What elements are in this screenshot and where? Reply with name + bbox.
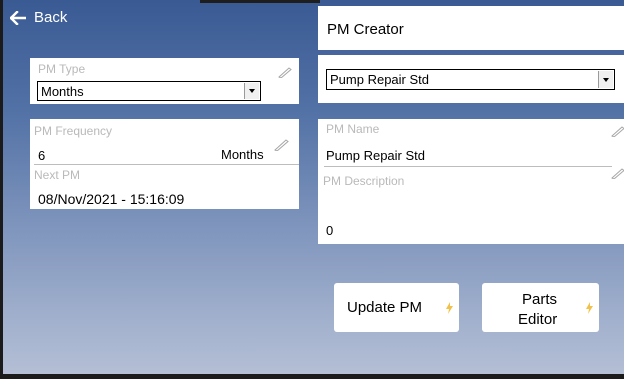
bolt-icon [446,301,453,314]
parts-editor-button[interactable]: Parts Editor [482,283,599,332]
pm-frequency-card: PM Frequency 6 Months Next PM 08/Nov/202… [30,119,299,209]
pm-frequency-value[interactable]: 6 [38,148,45,163]
parts-editor-label-line1: Parts [522,291,558,308]
pm-name-value[interactable]: Pump Repair Std [326,148,425,163]
pm-type-select[interactable]: Months [37,81,261,101]
template-selected: Pump Repair Std [330,72,429,87]
template-select-card: Pump Repair Std [318,55,624,103]
pm-name-label: PM Name [326,122,380,136]
arrow-left-icon [10,10,26,25]
pencil-icon[interactable] [274,137,290,151]
pm-frequency-label: PM Frequency [34,124,113,138]
pm-creator-header: PM Creator [318,6,624,50]
back-label: Back [34,9,68,26]
page-title: PM Creator [327,21,404,38]
divider [34,164,299,165]
update-pm-button[interactable]: Update PM [334,283,459,332]
chevron-down-icon[interactable] [244,83,259,99]
pm-details-card: PM Name Pump Repair Std PM Description 0 [318,119,624,244]
pm-description-label: PM Description [323,174,405,188]
pm-type-label: PM Type [38,62,86,76]
next-pm-label: Next PM [34,168,81,182]
pencil-icon[interactable] [611,167,624,179]
window-frame [0,0,3,379]
top-bar [200,0,320,3]
parts-editor-label-line2: Editor [518,311,558,328]
template-select[interactable]: Pump Repair Std [326,69,615,90]
window-frame [0,374,624,379]
pencil-icon[interactable] [278,66,292,78]
back-button[interactable]: Back [10,9,67,26]
pencil-icon[interactable] [611,125,624,137]
pm-type-selected: Months [41,84,84,99]
next-pm-value: 08/Nov/2021 - 15:16:09 [38,191,185,207]
pm-frequency-unit: Months [221,147,264,162]
update-pm-label: Update PM [347,299,423,316]
bolt-icon [586,301,593,314]
pm-type-card: PM Type Months [30,58,299,104]
app-screen: Back PM Type Months PM Frequency 6 Month… [0,0,624,379]
divider [324,166,612,167]
pm-description-value[interactable]: 0 [326,223,333,238]
chevron-down-icon[interactable] [598,71,613,88]
